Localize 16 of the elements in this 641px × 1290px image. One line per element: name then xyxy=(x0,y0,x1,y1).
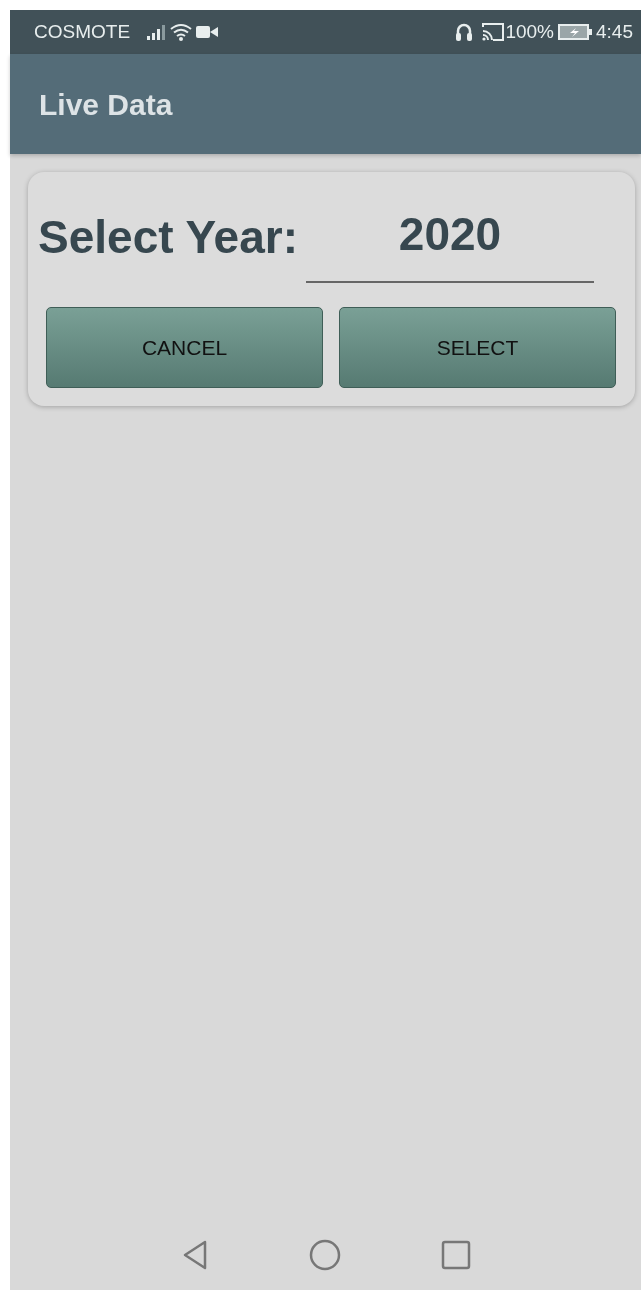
home-icon[interactable] xyxy=(308,1239,341,1271)
battery-percentage: 100% xyxy=(505,19,554,44)
cancel-button[interactable]: CANCEL xyxy=(46,307,323,388)
select-button[interactable]: SELECT xyxy=(339,307,616,388)
battery-icon xyxy=(558,24,592,40)
cast-icon xyxy=(481,22,506,42)
recents-icon[interactable] xyxy=(440,1240,471,1270)
year-input-field[interactable]: 2020 xyxy=(306,192,594,283)
wifi-icon xyxy=(170,23,193,41)
app-title: Live Data xyxy=(39,86,173,123)
video-icon xyxy=(196,25,219,39)
signal-icon xyxy=(146,24,167,40)
carrier-name: COSMOTE xyxy=(34,19,131,44)
headphones-icon xyxy=(455,22,474,42)
year-label: Select Year: xyxy=(38,210,298,265)
clock-time: 4:45 xyxy=(596,19,633,44)
